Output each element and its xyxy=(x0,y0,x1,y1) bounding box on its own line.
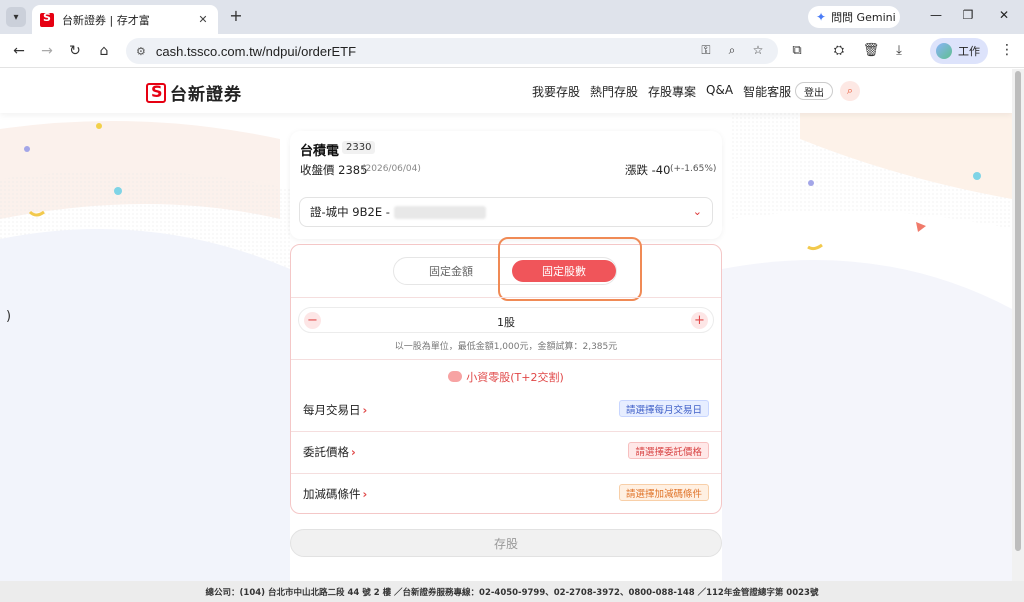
stock-name: 台積電 xyxy=(300,144,340,159)
quantity-hint: 以一股為單位，最低金額1,000元，金額試算：2,385元 xyxy=(394,342,618,352)
account-number-masked xyxy=(393,205,486,219)
increase-plus-icon[interactable]: + xyxy=(691,312,708,329)
confetti-dot xyxy=(96,123,102,129)
incognito-icon[interactable]: ⛭ xyxy=(830,43,848,58)
confetti-curl xyxy=(807,243,823,251)
chevron-right-icon: › xyxy=(362,487,368,501)
profile-button[interactable]: 工作 xyxy=(930,38,988,64)
tab-list-chevron-icon[interactable]: ▾ xyxy=(6,7,26,27)
left-edge-glyph: ) xyxy=(6,309,12,324)
order-price-row[interactable]: 委託價格 › 請選擇委託價格 xyxy=(291,431,721,473)
back-arrow-icon[interactable]: ← xyxy=(10,42,28,60)
new-tab-plus-icon[interactable]: + xyxy=(226,6,246,26)
main-nav: 我要存股 熱門存股 存股專案 Q&A 智能客服 xyxy=(532,83,791,100)
zoom-icon[interactable]: ⌕ xyxy=(724,43,740,58)
tab-title: 台新證券 | 存才富 xyxy=(62,13,150,27)
gemini-button[interactable]: ✦ 問問 Gemini xyxy=(808,6,900,28)
order-settings-card: 固定金額 固定股數 − 1股 + 以一股為單位，最低金額1,000元，金額試算：… xyxy=(290,237,722,515)
site-info-icon[interactable]: ⚙ xyxy=(136,45,146,58)
bookmark-star-icon[interactable]: ☆ xyxy=(750,43,766,57)
confetti-dot xyxy=(24,146,30,152)
account-select[interactable]: 證-城中 9B2E - ⌄ xyxy=(299,197,713,227)
window-close-icon[interactable]: ✕ xyxy=(994,8,1014,22)
monthly-trade-day-row[interactable]: 每月交易日 › 請選擇每月交易日 xyxy=(291,389,721,431)
password-key-icon[interactable]: ⚿ xyxy=(698,43,714,58)
chevron-down-icon: ⌄ xyxy=(692,205,702,218)
nav-item-projects[interactable]: 存股專案 xyxy=(648,83,696,100)
nav-item-support[interactable]: 智能客服 xyxy=(743,83,791,100)
logo-mark-icon xyxy=(146,82,166,103)
nav-item-qa[interactable]: Q&A xyxy=(706,83,733,100)
forward-arrow-icon[interactable]: → xyxy=(38,42,56,60)
page-scrollbar[interactable] xyxy=(1012,69,1024,581)
order-price-tag[interactable]: 請選擇委託價格 xyxy=(628,442,709,459)
search-icon[interactable]: ⌕ xyxy=(840,81,860,101)
monthly-trade-day-label: 每月交易日 › xyxy=(303,403,368,417)
stock-code: 2330 xyxy=(342,141,376,154)
annotation-highlight-box xyxy=(498,237,642,301)
browser-menu-icon[interactable]: ⋮ xyxy=(1000,42,1014,58)
logo-text: 台新證券 xyxy=(170,85,242,105)
chevron-right-icon: › xyxy=(362,403,368,417)
site-header: 台新證券 我要存股 熱門存股 存股專案 Q&A 智能客服 登出 ⌕ xyxy=(0,69,1012,113)
tab-close-icon[interactable]: ✕ xyxy=(196,13,210,26)
nav-item-deposit[interactable]: 我要存股 xyxy=(532,83,580,100)
account-prefix: 證-城中 9B2E - xyxy=(310,205,390,219)
bg-wave-left xyxy=(0,229,290,581)
browser-tab[interactable]: 台新證券 | 存才富 ✕ xyxy=(32,5,218,34)
home-icon[interactable]: ⌂ xyxy=(95,42,113,60)
browser-tabbar: ▾ 台新證券 | 存才富 ✕ + ✦ 問問 Gemini — ❐ ✕ xyxy=(0,0,1024,34)
logout-button[interactable]: 登出 xyxy=(795,82,833,100)
stock-info-card: 台積電 2330 收盤價 2385 (2026/06/04) 漲跌 -40 (+… xyxy=(290,131,722,239)
confetti-triangle xyxy=(916,222,926,232)
nav-item-popular[interactable]: 熱門存股 xyxy=(590,83,638,100)
trash-icon[interactable]: 🗑 xyxy=(862,43,880,58)
restore-icon[interactable]: ❐ xyxy=(958,8,978,22)
scrollbar-thumb[interactable] xyxy=(1015,71,1021,551)
gemini-label: 問問 Gemini xyxy=(831,11,896,24)
tab-fixed-amount[interactable]: 固定金額 xyxy=(396,260,506,282)
odd-lot-note: 小資零股(T+2交割) xyxy=(291,369,721,385)
profile-avatar xyxy=(936,43,952,59)
url-text: cash.tssco.com.tw/ndpui/orderETF xyxy=(155,43,357,59)
browser-toolbar: ← → ↻ ⌂ ⚙ cash.tssco.com.tw/ndpui/orderE… xyxy=(0,34,1024,68)
piggy-bank-icon xyxy=(448,371,463,382)
site-favicon-icon xyxy=(40,11,54,27)
bg-wave-right xyxy=(722,260,1012,581)
minimize-icon[interactable]: — xyxy=(926,8,946,22)
confetti-dot xyxy=(808,180,814,186)
confetti-dot xyxy=(973,172,981,180)
extensions-puzzle-icon[interactable]: ⧉ xyxy=(788,43,806,58)
price-change-percent: (+-1.65%) xyxy=(670,164,717,174)
odd-lot-text: 小資零股(T+2交割) xyxy=(466,371,564,384)
gemini-sparkle-icon: ✦ xyxy=(816,10,827,24)
reload-icon[interactable]: ↻ xyxy=(66,42,84,60)
close-price: 收盤價 2385 xyxy=(300,163,368,177)
divider xyxy=(291,359,721,360)
download-icon[interactable]: ⤓ xyxy=(890,43,908,58)
adjust-condition-label: 加減碼條件 › xyxy=(303,487,368,501)
adjust-condition-row[interactable]: 加減碼條件 › 請選擇加減碼條件 xyxy=(291,473,721,515)
adjust-condition-tag[interactable]: 請選擇加減碼條件 xyxy=(618,484,709,501)
quantity-value[interactable]: 1股 xyxy=(299,314,713,330)
address-bar[interactable]: ⚙ cash.tssco.com.tw/ndpui/orderETF ⚿ ⌕ ☆ xyxy=(126,38,778,64)
quantity-stepper: − 1股 + xyxy=(298,307,714,333)
page-viewport: 台新證券 我要存股 熱門存股 存股專案 Q&A 智能客服 登出 ⌕ 台積電 23… xyxy=(0,69,1012,581)
close-date: (2026/06/04) xyxy=(362,164,421,174)
confetti-dot xyxy=(114,187,122,195)
chevron-right-icon: › xyxy=(351,445,356,459)
order-price-label: 委託價格 › xyxy=(303,445,356,459)
submit-deposit-button[interactable]: 存股 xyxy=(290,529,722,557)
monthly-trade-day-tag[interactable]: 請選擇每月交易日 xyxy=(618,400,709,417)
divider xyxy=(291,297,721,298)
profile-label: 工作 xyxy=(958,45,980,58)
price-change: 漲跌 -40 xyxy=(625,163,671,177)
site-logo[interactable]: 台新證券 xyxy=(146,80,242,105)
site-footer: 總公司：(104) 台北市中山北路二段 44 號 2 樓 ／台新證券服務專線：0… xyxy=(0,581,1024,602)
